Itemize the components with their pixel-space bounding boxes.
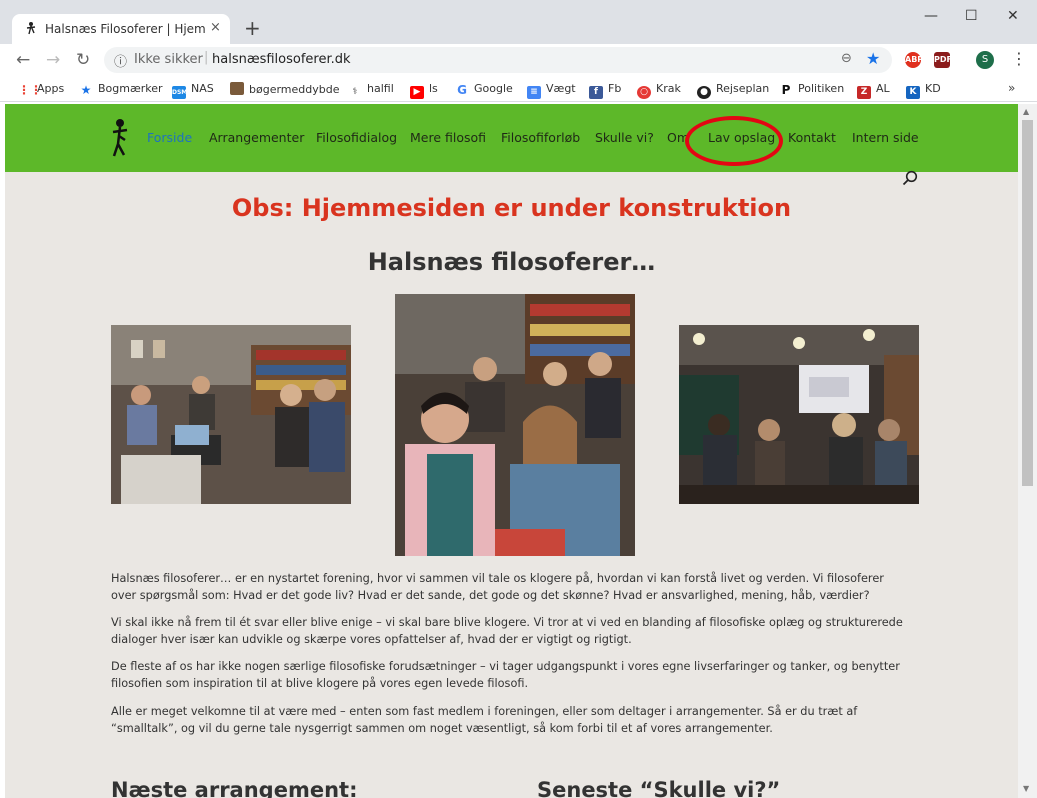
- security-label: Ikke sikker: [134, 52, 203, 67]
- event-photo-1: [111, 325, 351, 504]
- nav-intern-side[interactable]: Intern side: [852, 130, 919, 145]
- minimize-button[interactable]: —: [924, 8, 938, 24]
- bookmark-label: Politiken: [798, 82, 845, 95]
- new-tab-button[interactable]: +: [244, 16, 261, 40]
- bookmark-label: KD: [925, 82, 941, 95]
- star-icon: ★: [79, 83, 93, 97]
- page-scrollbar[interactable]: ▲ ▼: [1018, 104, 1037, 798]
- bookmark-label: Apps: [37, 82, 65, 95]
- profile-avatar[interactable]: S: [976, 51, 994, 69]
- bookmark-ls[interactable]: ▶ ls: [410, 82, 438, 99]
- bookmark-krak[interactable]: ○ Krak: [637, 82, 681, 99]
- nav-kontakt[interactable]: Kontakt: [788, 130, 836, 145]
- bookmark-vaegt[interactable]: ≡ Vægt: [527, 82, 576, 99]
- bookmark-halfil[interactable]: ⚕ halfil: [348, 82, 394, 99]
- bookmark-label: NAS: [191, 82, 214, 95]
- nav-arrangementer[interactable]: Arrangementer: [209, 130, 304, 145]
- address-bar[interactable]: ⓘ Ikke sikker | halsnæsfilosoferer.dk ⊖ …: [104, 47, 892, 73]
- bookmark-label: bøgermeddybde: [249, 83, 340, 96]
- bookmark-label: ls: [429, 82, 438, 95]
- nav-filosofiforlob[interactable]: Filosofiforløb: [501, 130, 580, 145]
- intro-paragraph-3: De fleste af os har ikke nogen særlige f…: [111, 660, 900, 690]
- bookmark-politiken[interactable]: P Politiken: [779, 82, 844, 97]
- maximize-button[interactable]: ☐: [965, 8, 978, 24]
- nav-mere-filosofi[interactable]: Mere filosofi: [410, 130, 486, 145]
- bookmarks-overflow-button[interactable]: »: [1008, 81, 1015, 95]
- scroll-down-icon[interactable]: ▼: [1023, 784, 1029, 793]
- construction-notice: Obs: Hjemmesiden er under konstruktion: [231, 194, 792, 222]
- tab-title: Halsnæs Filosoferer | Hjemmesid: [45, 22, 205, 36]
- bookmark-bogermeddybde[interactable]: bøgermeddybde: [230, 82, 339, 96]
- intro-paragraph-1: Halsnæs filosoferer… er en nystartet for…: [111, 572, 884, 602]
- bookmark-apps[interactable]: ⋮⋮Apps: [18, 82, 64, 97]
- latest-skulle-vi-heading: Seneste “Skulle vi?”: [537, 778, 781, 798]
- nav-skulle-vi[interactable]: Skulle vi?: [595, 130, 654, 145]
- rejseplan-icon: ●: [697, 86, 711, 99]
- bookmark-label: Fb: [608, 82, 622, 95]
- site-logo-icon[interactable]: [109, 118, 131, 158]
- bookmark-rejseplan[interactable]: ● Rejseplan: [697, 82, 769, 99]
- bookmark-label: AL: [876, 82, 890, 95]
- annotation-circle: [685, 116, 783, 166]
- apps-grid-icon: ⋮⋮: [18, 83, 42, 97]
- adblock-extension-icon[interactable]: ABP: [905, 52, 923, 68]
- google-icon: G: [455, 84, 469, 97]
- info-icon[interactable]: ⓘ: [114, 51, 127, 70]
- bookmark-label: Rejseplan: [716, 82, 770, 95]
- event-photo-3: [679, 325, 919, 504]
- scroll-up-icon[interactable]: ▲: [1023, 107, 1029, 116]
- page-viewport: Forside Arrangementer Filosofidialog Mer…: [5, 104, 1018, 798]
- halfil-icon: ⚕: [348, 86, 362, 99]
- pdf-extension-icon[interactable]: PDF: [934, 52, 952, 68]
- search-icon[interactable]: [902, 170, 918, 186]
- bookmark-label: halfil: [367, 82, 394, 95]
- nav-filosofidialog[interactable]: Filosofidialog: [316, 130, 397, 145]
- al-icon: Z: [857, 86, 871, 99]
- tab-close-icon[interactable]: ×: [210, 20, 221, 35]
- window-close-button[interactable]: ✕: [1007, 8, 1019, 24]
- bookmark-google[interactable]: G Google: [455, 82, 513, 97]
- bookmark-bogmaerker[interactable]: ★ Bogmærker: [79, 82, 163, 97]
- bookmark-label: Vægt: [546, 82, 576, 95]
- omnibox-divider: |: [204, 50, 209, 65]
- zoom-icon[interactable]: ⊖: [841, 51, 852, 66]
- nav-forside[interactable]: Forside: [147, 130, 192, 145]
- bookmark-kd[interactable]: K KD: [906, 82, 941, 99]
- scroll-thumb[interactable]: [1022, 120, 1033, 486]
- event-photo-2: [395, 294, 635, 556]
- krak-icon: ○: [637, 86, 651, 99]
- intro-paragraph-4: Alle er meget velkomne til at være med –…: [111, 705, 858, 735]
- bookmark-label: Google: [474, 82, 513, 95]
- bookmark-label: Krak: [656, 82, 681, 95]
- politiken-icon: P: [779, 84, 793, 97]
- books-icon: [230, 82, 244, 95]
- bookmark-al[interactable]: Z AL: [857, 82, 890, 99]
- site-favicon-icon: [26, 22, 36, 35]
- browser-tab[interactable]: Halsnæs Filosoferer | Hjemmesid ×: [12, 14, 230, 44]
- nas-icon: DSM: [172, 86, 187, 99]
- docs-icon: ≡: [527, 86, 541, 99]
- reload-icon[interactable]: ↻: [76, 50, 90, 70]
- back-arrow-icon[interactable]: ←: [16, 50, 30, 70]
- facebook-icon: f: [589, 86, 603, 99]
- youtube-icon: ▶: [410, 86, 424, 99]
- tab-strip: Halsnæs Filosoferer | Hjemmesid × + — ☐ …: [0, 0, 1037, 44]
- kd-icon: K: [906, 86, 920, 99]
- url-text[interactable]: halsnæsfilosoferer.dk: [212, 52, 351, 67]
- bookmarks-bar: ⋮⋮Apps ★ Bogmærker DSM NAS bøgermeddybde ⚕…: [0, 76, 1037, 102]
- next-event-heading: Næste arrangement:: [111, 778, 358, 798]
- intro-paragraph-2: Vi skal ikke nå frem til ét svar eller b…: [111, 616, 903, 646]
- bookmark-nas[interactable]: DSM NAS: [172, 82, 214, 99]
- page-title: Halsnæs filosoferer…: [367, 248, 656, 276]
- site-navbar: Forside Arrangementer Filosofidialog Mer…: [5, 104, 1018, 172]
- bookmark-fb[interactable]: f Fb: [589, 82, 621, 99]
- bookmark-star-icon[interactable]: ★: [866, 49, 880, 68]
- chrome-menu-icon[interactable]: ⋮: [1011, 49, 1027, 68]
- forward-arrow-icon[interactable]: →: [46, 50, 60, 70]
- bookmark-label: Bogmærker: [98, 82, 163, 95]
- browser-toolbar: ← → ↻ ⓘ Ikke sikker | halsnæsfilosoferer…: [0, 44, 1037, 76]
